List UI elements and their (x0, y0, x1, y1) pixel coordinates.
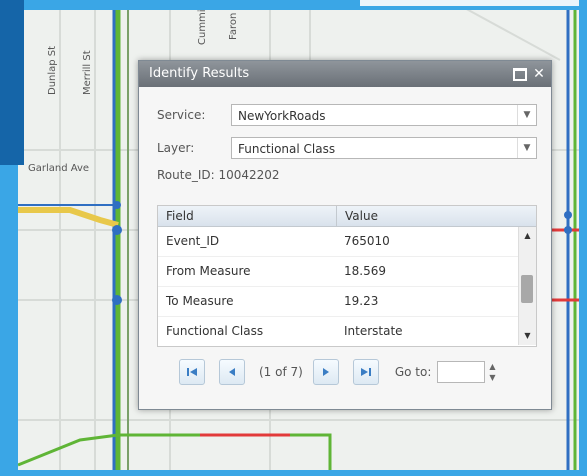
cell-value: 765010 (344, 234, 390, 248)
cell-field: To Measure (166, 294, 234, 308)
side-panel (0, 0, 24, 165)
service-label: Service: (157, 108, 206, 122)
pagination: (1 of 7) Go to: ▲ ▼ (179, 359, 497, 385)
label-dunlap: Dunlap St (47, 46, 58, 95)
dialog-title: Identify Results (149, 66, 250, 81)
cell-value: 19.23 (344, 294, 379, 308)
last-page-button[interactable] (352, 359, 379, 385)
cell-field: From Measure (166, 264, 251, 278)
maximize-button[interactable] (513, 68, 527, 81)
next-page-button[interactable] (312, 359, 339, 385)
table-body: Event_ID 765010 From Measure 18.569 To M… (158, 227, 518, 346)
goto-spinner[interactable]: ▲ ▼ (489, 361, 497, 383)
table-row[interactable]: Functional Class Interstate (158, 317, 518, 346)
scroll-down-icon[interactable]: ▼ (519, 329, 536, 343)
spin-up-icon[interactable]: ▲ (489, 361, 497, 372)
results-table: Field Value Event_ID 765010 From Measure… (157, 205, 537, 347)
route-id-label: Route_ID: (157, 168, 215, 182)
layer-select[interactable]: Functional Class ▼ (231, 137, 537, 159)
next-page-icon (322, 368, 329, 376)
close-icon: ✕ (533, 66, 545, 82)
maximize-icon (513, 68, 527, 81)
first-page-icon (187, 368, 197, 376)
table-header: Field Value (158, 206, 536, 227)
cell-field: Functional Class (166, 324, 264, 338)
column-header-field[interactable]: Field (158, 206, 337, 226)
prev-page-button[interactable] (219, 359, 245, 385)
scroll-thumb[interactable] (521, 275, 533, 303)
chevron-down-icon[interactable]: ▼ (517, 105, 536, 125)
close-button[interactable]: ✕ (533, 66, 545, 82)
route-id-row: Route_ID: 10042202 (157, 168, 280, 182)
service-value: NewYorkRoads (238, 109, 326, 123)
service-select[interactable]: NewYorkRoads ▼ (231, 104, 537, 126)
label-garland: Garland Ave (28, 163, 89, 174)
page-indicator: (1 of 7) (259, 365, 303, 379)
spin-down-icon[interactable]: ▼ (489, 372, 497, 383)
prev-page-icon (229, 368, 235, 376)
first-page-button[interactable] (179, 359, 205, 385)
chevron-down-icon[interactable]: ▼ (517, 138, 536, 158)
route-id-value: 10042202 (218, 168, 280, 182)
table-row[interactable]: To Measure 19.23 (158, 287, 518, 317)
identify-results-dialog: Identify Results ✕ Service: NewYorkRoads… (138, 60, 552, 410)
goto-page-input[interactable] (437, 361, 486, 383)
cell-value: Interstate (344, 324, 403, 338)
table-row[interactable]: Event_ID 765010 (158, 227, 518, 257)
table-row[interactable]: From Measure 18.569 (158, 257, 518, 287)
dialog-titlebar[interactable]: Identify Results ✕ (139, 61, 551, 87)
cell-value: 18.569 (344, 264, 386, 278)
window-controls: ✕ (513, 61, 545, 87)
column-header-value[interactable]: Value (337, 206, 378, 226)
goto-label: Go to: (394, 365, 432, 379)
frame-bottom (0, 470, 587, 476)
frame-right (579, 0, 587, 476)
table-scrollbar[interactable]: ▲ ▼ (518, 227, 536, 345)
frame-top-highlight (360, 0, 587, 6)
layer-value: Functional Class (238, 142, 336, 156)
cell-field: Event_ID (166, 234, 220, 248)
label-merrill: Merrill St (82, 50, 93, 95)
scroll-up-icon[interactable]: ▲ (519, 229, 536, 243)
last-page-icon (360, 368, 371, 376)
layer-label: Layer: (157, 141, 195, 155)
